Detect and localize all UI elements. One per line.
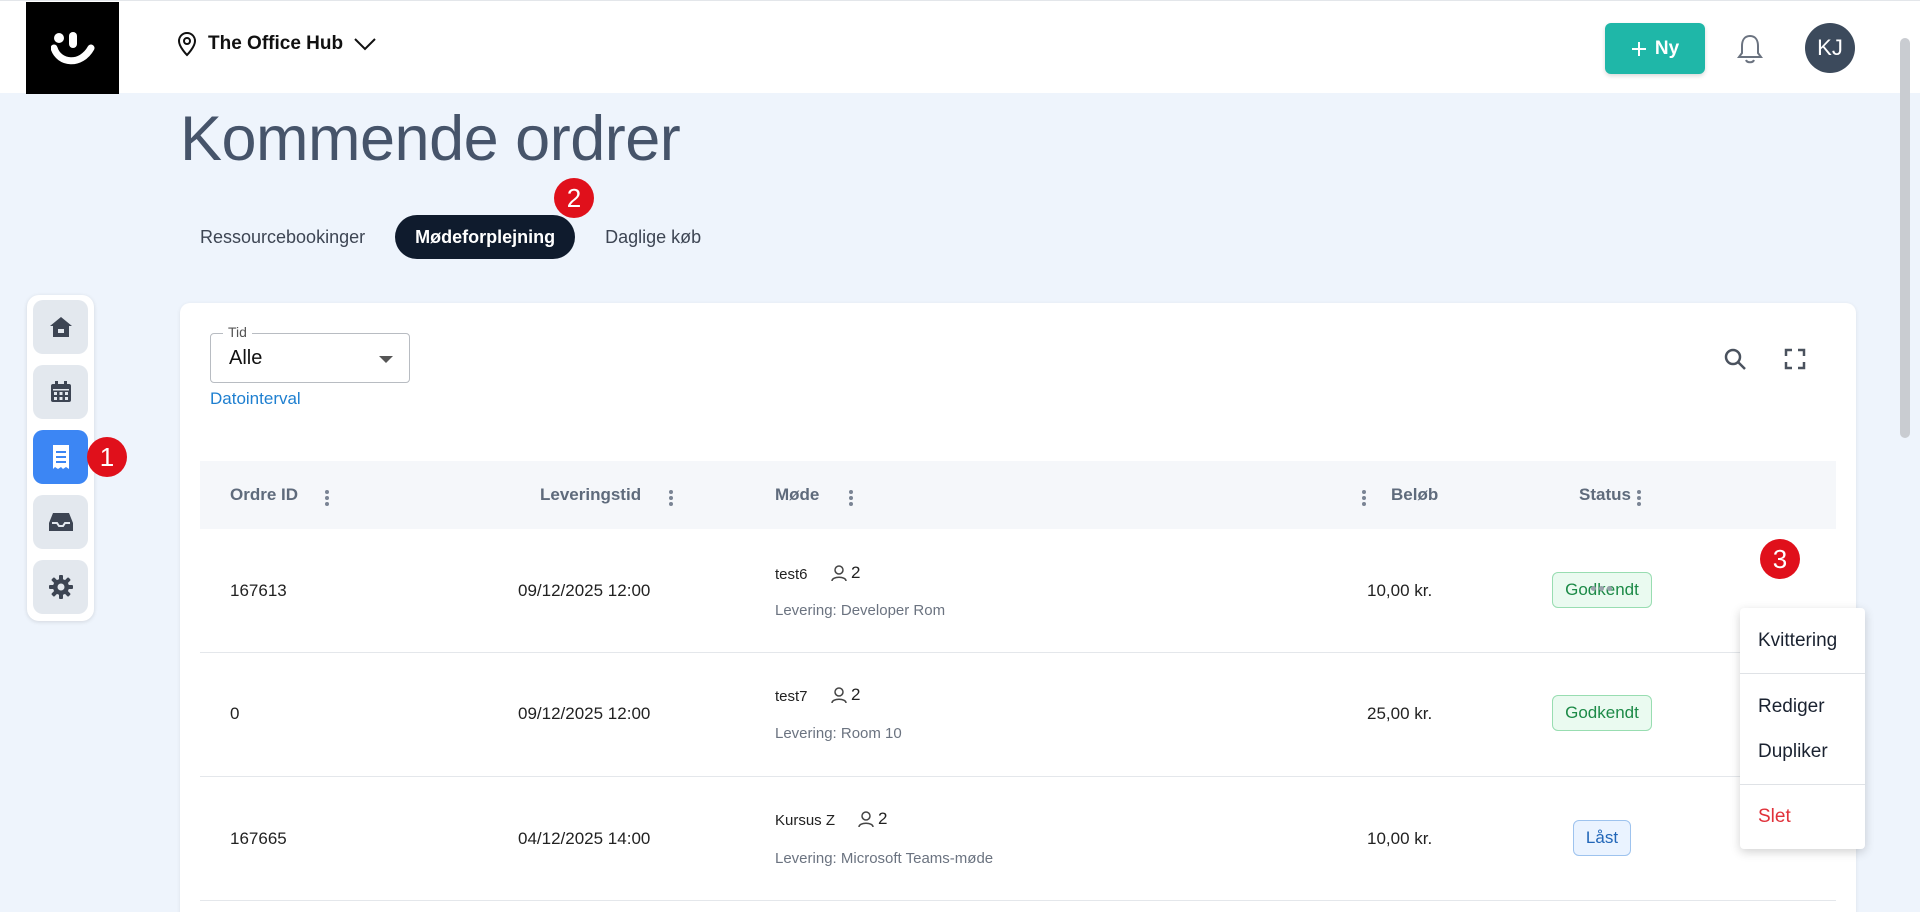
table-row[interactable]: 167613 09/12/2025 12:00 test6 2 Levering…	[200, 529, 1836, 653]
column-menu-icon[interactable]	[849, 490, 853, 508]
time-filter-label: Tid	[223, 324, 252, 340]
column-menu-icon[interactable]	[669, 490, 673, 508]
delivery-location: Levering: Room 10	[775, 725, 902, 742]
time-filter-select[interactable]: Tid Alle	[210, 324, 410, 383]
nav-inbox[interactable]	[33, 495, 88, 549]
nav-calendar[interactable]	[33, 365, 88, 419]
tab-daglige-kob[interactable]: Daglige køb	[585, 215, 721, 259]
table-row[interactable]: 0 09/12/2025 12:00 test7 2 Levering: Roo…	[200, 653, 1836, 777]
table-row[interactable]: 167665 04/12/2025 14:00 Kursus Z 2 Lever…	[200, 777, 1836, 901]
delivery-time: 04/12/2025 14:00	[518, 829, 651, 848]
column-header-mode[interactable]: Møde	[775, 485, 819, 505]
location-selector[interactable]: The Office Hub	[176, 31, 377, 57]
annotation-badge: 3	[1760, 539, 1800, 579]
plus-icon	[1631, 41, 1646, 56]
person-icon	[858, 811, 874, 828]
tab-ressourcebookinger[interactable]: Ressourcebookinger	[180, 215, 385, 259]
page-title: Kommende ordrer	[180, 104, 681, 174]
menu-divider	[1740, 784, 1865, 785]
menu-divider	[1740, 673, 1865, 674]
location-name: The Office Hub	[208, 33, 344, 54]
menu-item-slet[interactable]: Slet	[1758, 806, 1791, 828]
top-bar: The Office Hub Ny KJ	[0, 0, 1920, 94]
menu-item-dupliker[interactable]: Dupliker	[1758, 741, 1828, 763]
meeting-title: test7	[775, 688, 808, 705]
status-badge: Låst	[1573, 820, 1631, 856]
guest-count-value: 2	[851, 563, 861, 582]
tab-modeforplejning[interactable]: Mødeforplejning	[395, 215, 576, 259]
nav-settings[interactable]	[33, 560, 88, 614]
amount: 10,00 kr.	[1367, 829, 1433, 848]
nav-orders[interactable]	[33, 430, 88, 484]
brand-logo[interactable]	[26, 2, 119, 94]
row-actions-more-icon[interactable]	[1591, 586, 1612, 591]
location-pin-icon	[177, 31, 197, 57]
guest-count: 2	[830, 563, 860, 583]
logo-mark	[50, 32, 94, 65]
search-icon[interactable]	[1723, 347, 1747, 376]
new-button-label: Ny	[1654, 37, 1680, 59]
person-icon	[831, 565, 847, 582]
meeting-title: test6	[775, 566, 808, 583]
guest-count: 2	[857, 809, 887, 829]
menu-item-rediger[interactable]: Rediger	[1758, 696, 1825, 718]
delivery-location: Levering: Microsoft Teams-møde	[775, 850, 994, 867]
annotation-badge: 2	[554, 178, 594, 218]
new-button[interactable]: Ny	[1605, 23, 1705, 74]
column-header-status[interactable]: Status	[1579, 485, 1631, 505]
column-header-belob[interactable]: Beløb	[1391, 485, 1438, 505]
user-avatar[interactable]: KJ	[1805, 23, 1855, 73]
fullscreen-icon[interactable]	[1784, 348, 1806, 375]
notifications-bell-icon[interactable]	[1736, 33, 1764, 70]
page-scrollbar[interactable]	[1900, 38, 1910, 438]
column-header-ordre-id[interactable]: Ordre ID	[230, 485, 298, 505]
chevron-down-icon	[354, 38, 376, 51]
guest-count: 2	[830, 685, 860, 705]
order-id: 167613	[230, 581, 287, 600]
guest-count-value: 2	[851, 685, 861, 704]
column-menu-icon[interactable]	[325, 490, 329, 508]
time-filter-value: Alle	[229, 347, 263, 369]
home-icon	[49, 317, 72, 337]
order-id: 167665	[230, 829, 287, 848]
guest-count-value: 2	[878, 809, 888, 828]
nav-home[interactable]	[33, 300, 88, 354]
column-menu-icon[interactable]	[1362, 490, 1366, 508]
menu-item-kvittering[interactable]: Kvittering	[1758, 630, 1837, 652]
column-header-leveringstid[interactable]: Leveringstid	[540, 485, 641, 505]
order-id: 0	[230, 704, 240, 723]
delivery-time: 09/12/2025 12:00	[518, 581, 651, 600]
receipt-icon	[52, 445, 69, 469]
delivery-time: 09/12/2025 12:00	[518, 704, 651, 723]
status-badge: Godkendt	[1552, 695, 1652, 731]
amount: 25,00 kr.	[1367, 704, 1433, 723]
order-tabs: Ressourcebookinger Mødeforplejning Dagli…	[180, 215, 721, 259]
side-navigation	[27, 295, 94, 621]
amount: 10,00 kr.	[1367, 581, 1433, 600]
date-interval-link[interactable]: Datointerval	[210, 389, 301, 409]
orders-card: Tid Alle Datointerval Ordre ID Leverings…	[180, 303, 1856, 912]
column-menu-icon[interactable]	[1637, 490, 1641, 508]
delivery-location: Levering: Developer Rom	[775, 602, 946, 619]
inbox-icon	[48, 513, 73, 531]
person-icon	[831, 687, 847, 704]
caret-down-icon	[379, 356, 393, 363]
annotation-badge: 1	[87, 437, 127, 477]
gear-icon	[48, 575, 73, 599]
calendar-icon	[50, 381, 71, 402]
row-actions-menu: Kvittering Rediger Dupliker Slet	[1740, 608, 1865, 849]
meeting-title: Kursus Z	[775, 812, 836, 829]
table-header: Ordre ID Leveringstid Møde Beløb Status	[200, 461, 1836, 529]
